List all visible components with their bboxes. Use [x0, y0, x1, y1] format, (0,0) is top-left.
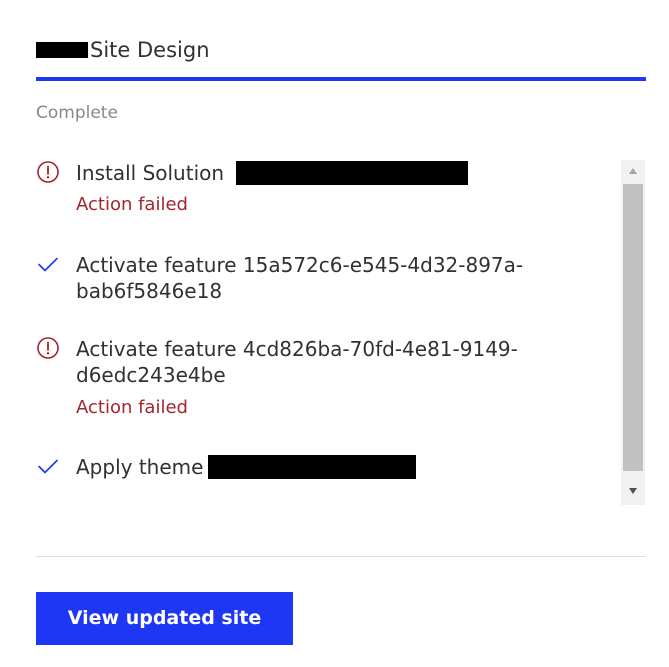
step-label: Activate feature 15a572c6-e545-4d32-897a… [76, 253, 524, 303]
checkmark-icon [38, 459, 58, 474]
step-label: Install Solution [76, 161, 225, 185]
redacted-theme-name [207, 455, 416, 479]
step-text: Apply theme [76, 454, 576, 480]
step-text: Install Solution [76, 160, 576, 186]
footer-divider [36, 556, 646, 557]
site-design-panel: Site Design Complete Install Solution Ac… [0, 0, 669, 667]
redacted-solution-name [236, 161, 469, 185]
error-circle-icon [37, 161, 59, 183]
step-error-message: Action failed [76, 397, 188, 418]
step-list: Install Solution Action failed Activate … [36, 160, 621, 505]
step-label: Activate feature 4cd826ba-70fd-4e81-9149… [76, 337, 518, 387]
panel-header: Site Design [36, 34, 646, 82]
view-updated-site-button[interactable]: View updated site [36, 592, 293, 645]
status-label: Complete [36, 103, 118, 123]
scroll-down-arrow-icon[interactable] [621, 480, 645, 502]
scroll-up-arrow-icon[interactable] [621, 160, 645, 182]
step-error-message: Action failed [76, 194, 188, 215]
vertical-scrollbar[interactable] [621, 160, 645, 505]
title-underline [36, 77, 646, 81]
scrollbar-thumb[interactable] [623, 184, 643, 471]
checkmark-icon [38, 257, 58, 272]
error-circle-icon [37, 337, 59, 359]
page-title: Site Design [90, 38, 210, 62]
redacted-site-name [36, 42, 88, 58]
step-label: Apply theme [76, 455, 204, 479]
